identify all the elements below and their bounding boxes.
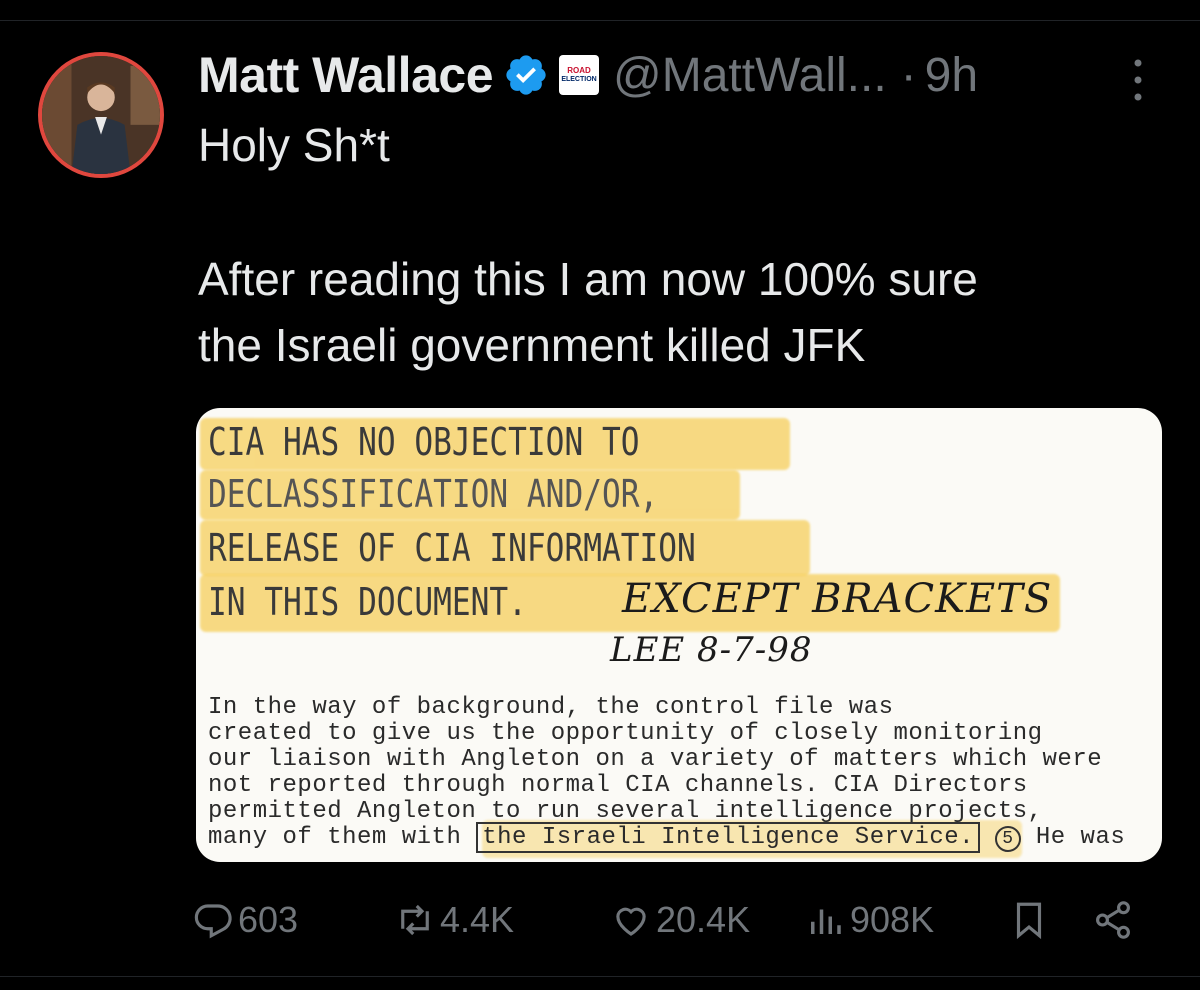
share-button[interactable] [1092,888,1138,952]
memo-text: He was [1035,824,1126,851]
tweet-header: Matt Wallace ROAD ELECTION @MattWall... … [198,40,978,110]
separator-dot: · [900,48,917,102]
retweet-button[interactable]: 4.4K [394,888,514,952]
views-icon [811,909,841,934]
affiliation-badge-line2: ELECTION [561,76,597,83]
views-button[interactable]: 908K [804,888,934,952]
tweet-text-line: Holy Sh*t [198,119,390,171]
affiliation-badge[interactable]: ROAD ELECTION [559,55,600,95]
declassification-stamp-line: CIA HAS NO OBJECTION TO [208,420,640,464]
handwritten-signature-date: LEE 8-7-98 [610,630,813,670]
like-icon [616,907,646,936]
avatar-photo [42,56,160,174]
share-icon [1096,901,1130,939]
author-name[interactable]: Matt Wallace [198,46,494,104]
memo-line-last: many of them with the Israeli Intelligen… [208,822,1126,853]
memo-text: many of them with [208,824,462,851]
bookmark-icon [1016,902,1042,940]
tweet-actions: 603 4.4K 20.4K 908K [192,888,1152,952]
tweet-text-line: After reading this I am now 100% sure [198,253,978,305]
retweet-icon [401,904,429,936]
like-count: 20.4K [656,899,751,940]
tweet-text-line: the Israeli government killed JFK [198,319,866,371]
declassification-stamp-line: RELEASE OF CIA INFORMATION [208,526,696,570]
like-button[interactable]: 20.4K [610,888,750,952]
top-divider [0,20,1200,21]
bookmark-button[interactable] [1008,888,1054,952]
reply-button[interactable]: 603 [192,888,298,952]
handwritten-note: EXCEPT BRACKETS [622,576,1053,622]
views-count: 908K [850,899,935,940]
memo-line: In the way of background, the control fi… [208,694,894,721]
retweet-count: 4.4K [440,899,515,940]
memo-line: created to give us the opportunity of cl… [208,720,1043,747]
verified-badge-icon [506,55,546,95]
avatar[interactable] [38,52,164,178]
memo-line: our liaison with Angleton on a variety o… [208,746,1103,773]
memo-line: not reported through normal CIA channels… [208,772,1028,799]
reply-icon [194,904,232,939]
memo-line: permitted Angleton to run several intell… [208,798,1043,825]
bracketed-text: the Israeli Intelligence Service. [476,822,981,853]
tweet-timestamp[interactable]: 9h [925,48,978,103]
circled-number: 5 [994,826,1021,852]
affiliation-badge-line1: ROAD [567,66,591,75]
tweet-text: Holy Sh*t After reading this I am now 10… [198,112,1158,378]
more-options-icon[interactable] [1130,55,1146,105]
tweet-media-image[interactable]: CIA HAS NO OBJECTION TO DECLASSIFICATION… [196,408,1162,862]
declassification-stamp-line: IN THIS DOCUMENT. [208,580,527,624]
declassification-stamp-line: DECLASSIFICATION AND/OR, [208,472,659,516]
bottom-divider [0,976,1200,977]
author-handle[interactable]: @MattWall... [613,48,887,103]
reply-count: 603 [238,899,299,940]
